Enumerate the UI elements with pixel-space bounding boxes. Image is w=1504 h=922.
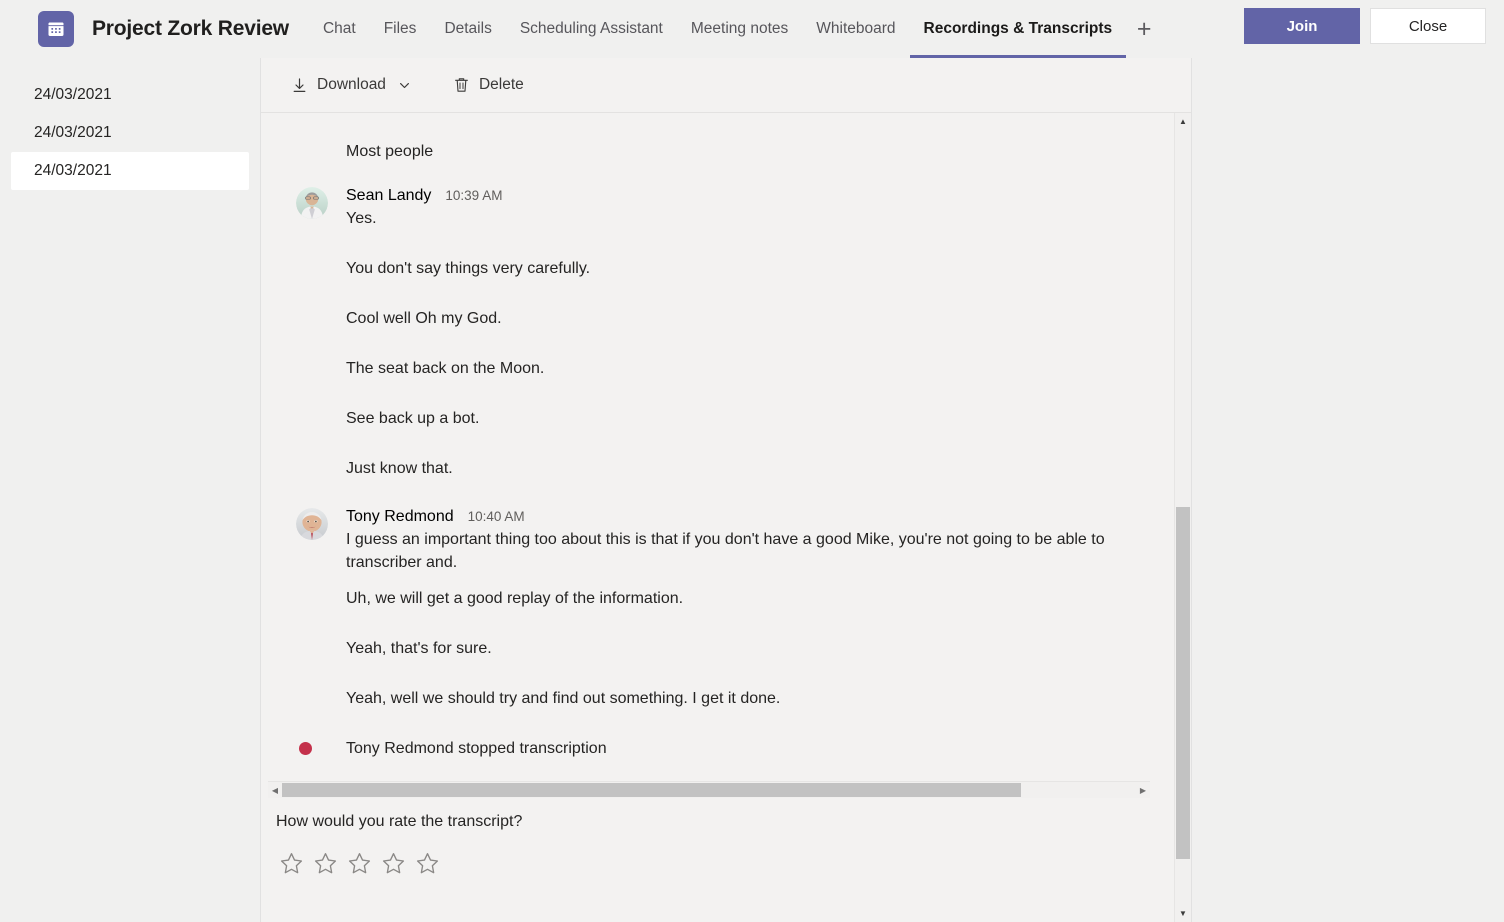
star-icon-2[interactable]	[313, 851, 338, 876]
transcript-line: The seat back on the Moon.	[346, 360, 545, 377]
tab-scheduling-assistant[interactable]: Scheduling Assistant	[506, 0, 677, 58]
transcript-line: Just know that.	[346, 460, 453, 477]
scroll-up-arrow-icon[interactable]: ▲	[1175, 113, 1192, 130]
transcript-entry-tony-redmond: Tony Redmond 10:40 AM I guess an importa…	[261, 508, 1174, 574]
tab-bar: Chat Files Details Scheduling Assistant …	[309, 0, 1162, 58]
transcript-line: Uh, we will get a good replay of the inf…	[346, 590, 684, 607]
download-button[interactable]: Download	[282, 68, 420, 102]
tab-recordings-and-transcripts[interactable]: Recordings & Transcripts	[909, 0, 1127, 58]
vertical-scrollbar[interactable]: ▲ ▼	[1174, 113, 1191, 922]
scroll-down-arrow-icon[interactable]: ▼	[1175, 905, 1192, 922]
transcript-content: Most people Sean Landy 10:39 AM Yes. You…	[261, 113, 1174, 791]
download-label: Download	[317, 76, 386, 93]
right-empty-pane	[1193, 58, 1504, 922]
star-icon-4[interactable]	[381, 851, 406, 876]
close-button[interactable]: Close	[1370, 8, 1486, 44]
trash-icon	[453, 76, 470, 94]
tony-redmond-avatar	[296, 508, 328, 540]
sidebar-item-recording-3[interactable]: 24/03/2021	[11, 152, 249, 190]
transcript-scroll-area: Most people Sean Landy 10:39 AM Yes. You…	[261, 113, 1191, 922]
chevron-down-icon[interactable]	[398, 79, 411, 92]
transcript-line: Yes.	[346, 210, 377, 227]
rating-question: How would you rate the transcript?	[276, 813, 523, 830]
scroll-right-arrow-icon[interactable]: ▶	[1136, 782, 1150, 799]
transcript-panel: Download Delete Most people Sean Landy 1…	[261, 58, 1192, 922]
transcription-stopped-event: Tony Redmond stopped transcription	[261, 738, 1174, 760]
delete-label: Delete	[478, 76, 524, 93]
page-title: Project Zork Review	[92, 17, 289, 40]
transcript-line: You don't say things very carefully.	[346, 260, 591, 277]
star-icon-1[interactable]	[279, 851, 304, 876]
sidebar-item-recording-2[interactable]: 24/03/2021	[11, 114, 249, 152]
recordings-sidebar: 24/03/2021 24/03/2021 24/03/2021	[0, 58, 261, 922]
speaker-timestamp: 10:40 AM	[467, 509, 525, 524]
tab-chat[interactable]: Chat	[309, 0, 370, 58]
tab-meeting-notes[interactable]: Meeting notes	[677, 0, 802, 58]
sidebar-item-recording-1[interactable]: 24/03/2021	[11, 76, 249, 114]
speaker-meta: Tony Redmond 10:40 AM	[261, 508, 1174, 528]
speaker-meta: Sean Landy 10:39 AM	[261, 187, 1174, 207]
header-actions: Join Close	[1244, 8, 1486, 44]
tab-whiteboard[interactable]: Whiteboard	[802, 0, 909, 58]
transcript-toolbar: Download Delete	[261, 58, 1191, 113]
transcript-line: I guess an important thing too about thi…	[346, 531, 1105, 571]
speaker-name: Sean Landy	[346, 187, 432, 204]
horizontal-scroll-track[interactable]	[282, 782, 1136, 799]
delete-button[interactable]: Delete	[444, 68, 533, 102]
app-header: Project Zork Review Chat Files Details S…	[0, 0, 1504, 58]
horizontal-scrollbar[interactable]: ◀ ▶	[268, 781, 1150, 798]
tab-files[interactable]: Files	[370, 0, 431, 58]
download-arrow-icon	[291, 77, 308, 94]
star-rating-control[interactable]	[261, 851, 1174, 876]
transcript-entry-sean-landy: Sean Landy 10:39 AM Yes.	[261, 187, 1174, 230]
add-tab-button[interactable]: +	[1126, 0, 1162, 58]
transcript-partial-line: Most people	[346, 143, 434, 160]
scroll-left-arrow-icon[interactable]: ◀	[268, 782, 282, 799]
calendar-icon	[38, 11, 74, 47]
tab-details[interactable]: Details	[430, 0, 505, 58]
event-label: Tony Redmond stopped transcription	[346, 740, 607, 757]
transcript-line: Yeah, well we should try and find out so…	[346, 690, 781, 707]
speaker-name: Tony Redmond	[346, 508, 454, 525]
speaker-timestamp: 10:39 AM	[445, 188, 503, 203]
transcript-line: Cool well Oh my God.	[346, 310, 502, 327]
transcript-line: Yeah, that's for sure.	[346, 640, 492, 657]
sean-landy-avatar	[296, 187, 328, 219]
join-button[interactable]: Join	[1244, 8, 1360, 44]
vertical-scroll-thumb[interactable]	[1175, 506, 1190, 860]
recording-stopped-dot-icon	[299, 742, 312, 755]
star-icon-3[interactable]	[347, 851, 372, 876]
star-icon-5[interactable]	[415, 851, 440, 876]
transcript-rating: How would you rate the transcript?	[261, 813, 1174, 876]
transcript-line: See back up a bot.	[346, 410, 480, 427]
header-left-group: Project Zork Review Chat Files Details S…	[0, 0, 1162, 58]
vertical-scroll-track[interactable]	[1175, 130, 1192, 905]
horizontal-scroll-thumb[interactable]	[282, 782, 1021, 797]
